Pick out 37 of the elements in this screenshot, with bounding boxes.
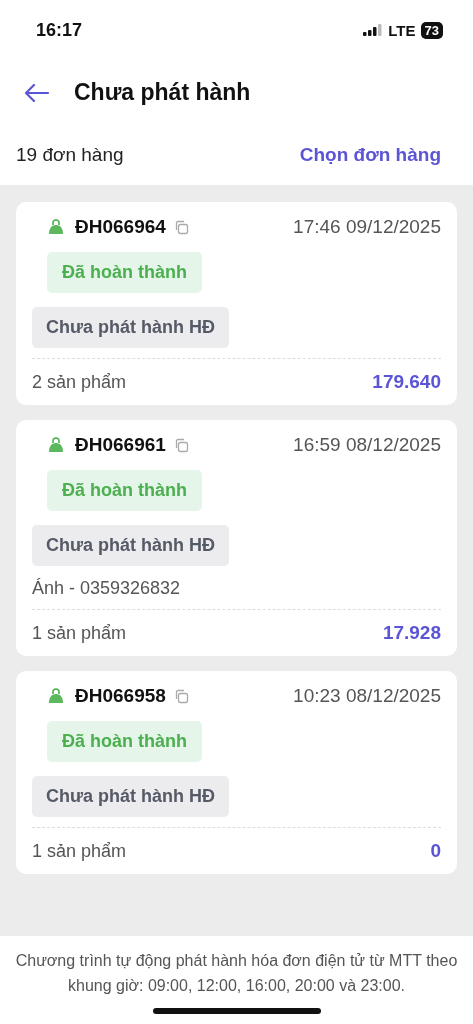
order-total: 17.928	[382, 622, 441, 644]
back-button[interactable]	[22, 81, 52, 104]
shopping-bag-icon	[47, 687, 65, 705]
order-card[interactable]: ĐH066961 16:59 08/12/2025 Đã hoàn thành Chưa phát hành HĐ Ánh - 0359326832 1 sản phẩm 17.928	[16, 420, 457, 656]
page-title: Chưa phát hành	[74, 79, 251, 106]
copy-icon[interactable]	[173, 219, 189, 235]
customer-info: Ánh - 0359326832	[32, 578, 182, 599]
product-count: 1 sản phẩm	[32, 622, 127, 644]
order-card[interactable]: ĐH066958 10:23 08/12/2025 Đã hoàn thành Chưa phát hành HĐ 1 sản phẩm 0	[16, 671, 457, 874]
order-datetime: 17:46 09/12/2025	[293, 216, 441, 238]
battery-level: 73	[420, 21, 443, 39]
status-badge: Đã hoàn thành	[47, 470, 202, 511]
invoice-status-badge: Chưa phát hành HĐ	[32, 525, 230, 566]
copy-icon[interactable]	[173, 688, 189, 704]
network-label: LTE	[388, 21, 416, 39]
shopping-bag-icon	[47, 436, 65, 454]
product-count: 1 sản phẩm	[32, 840, 127, 862]
order-code: ĐH066958	[75, 685, 166, 707]
invoice-status-badge: Chưa phát hành HĐ	[32, 776, 230, 817]
order-datetime: 16:59 08/12/2025	[293, 434, 441, 456]
signal-icon	[363, 24, 384, 36]
shopping-bag-icon	[47, 218, 65, 236]
status-badge: Đã hoàn thành	[47, 252, 202, 293]
order-total: 179.640	[372, 371, 441, 393]
order-datetime: 10:23 08/12/2025	[293, 685, 441, 707]
order-code: ĐH066964	[75, 216, 166, 238]
status-time: 16:17	[36, 19, 83, 41]
product-count: 2 sản phẩm	[32, 371, 127, 393]
invoice-status-badge: Chưa phát hành HĐ	[32, 307, 230, 348]
order-card[interactable]: ĐH066964 17:46 09/12/2025 Đã hoàn thành Chưa phát hành HĐ 2 sản phẩm 179.640	[16, 202, 457, 405]
order-code: ĐH066961	[75, 434, 166, 456]
status-badge: Đã hoàn thành	[47, 721, 202, 762]
footer-note: Chương trình tự động phát hành hóa đơn điện tử từ MTT theo khung giờ: 09:00, 12:00, 16:00, 20:00 và 23:00.	[14, 951, 459, 996]
select-orders-link[interactable]: Chọn đơn hàng	[299, 144, 441, 166]
order-total: 0	[430, 840, 441, 862]
order-count: 19 đơn hàng	[16, 144, 124, 166]
copy-icon[interactable]	[173, 437, 189, 453]
